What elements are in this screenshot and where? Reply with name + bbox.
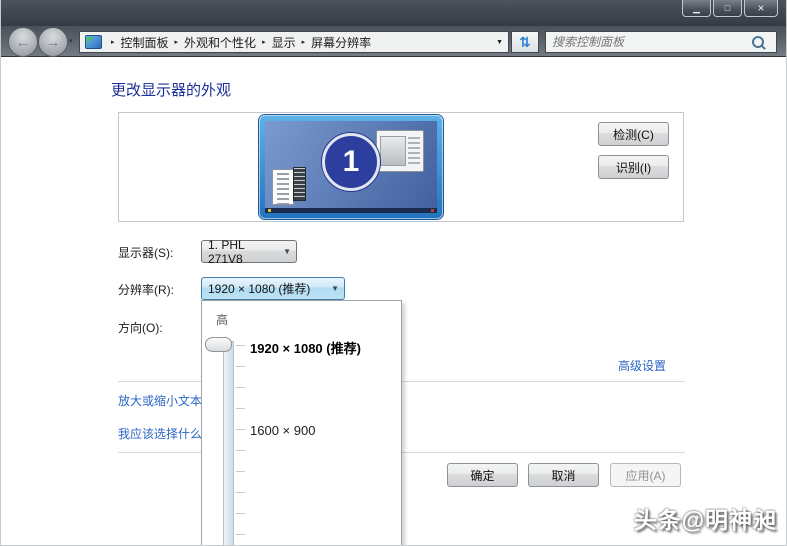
display-label: 显示器(S):	[118, 246, 174, 260]
chevron-down-icon: ▼	[331, 284, 339, 293]
forward-button[interactable]: →	[38, 27, 68, 57]
minimize-icon: ▁	[693, 2, 700, 13]
monitor-screen: 1	[265, 121, 437, 213]
address-dropdown-icon[interactable]: ▼	[490, 39, 503, 46]
refresh-icon: ⇅	[519, 33, 531, 50]
identify-button[interactable]: 识别(I)	[598, 155, 669, 179]
monitor-number-badge: 1	[322, 133, 380, 192]
resize-text-link[interactable]: 放大或缩小文本	[118, 392, 202, 409]
monitor-program-list	[272, 169, 294, 205]
breadcrumb-separator-icon: ▸	[111, 39, 115, 46]
display-combobox[interactable]: 1. PHL 271V8 ▼	[201, 237, 297, 266]
resolution-slider-track[interactable]	[223, 341, 234, 545]
breadcrumb-separator-icon: ▸	[301, 39, 306, 46]
display-combobox-value: 1. PHL 271V8	[208, 237, 245, 266]
monitor-preview-box: 1 检测(C) 识别(I)	[118, 112, 684, 222]
apply-button[interactable]: 应用(A)	[610, 463, 681, 487]
search-input[interactable]	[546, 35, 752, 49]
advanced-settings-link[interactable]: 高级设置	[618, 357, 666, 374]
breadcrumb-separator-icon: ▸	[262, 39, 266, 46]
cancel-button[interactable]: 取消	[528, 463, 599, 487]
resolution-option[interactable]: 1600 × 900	[250, 423, 315, 438]
breadcrumb-item-display[interactable]: 显示	[272, 34, 296, 51]
maximize-icon: □	[724, 3, 731, 13]
slider-high-label: 高	[216, 313, 229, 327]
monitor-window-icon	[376, 130, 424, 172]
refresh-button[interactable]: ⇅	[511, 31, 539, 53]
resolution-slider-thumb[interactable]	[205, 337, 232, 352]
breadcrumb-item-control-panel[interactable]: 控制面板	[121, 34, 169, 51]
monitor-taskbar	[265, 208, 437, 213]
what-settings-link[interactable]: 我应该选择什么	[118, 425, 202, 442]
breadcrumb-item-appearance[interactable]: 外观和个性化	[184, 34, 256, 51]
resolution-combobox-value: 1920 × 1080 (推荐)	[208, 282, 311, 296]
search-box	[545, 31, 777, 53]
resolution-option[interactable]: 1920 × 1080 (推荐)	[250, 338, 361, 357]
monitor-program-icon	[272, 167, 306, 205]
ok-button[interactable]: 确定	[447, 463, 518, 487]
resolution-dropdown-panel: 高 1920 × 1080 (推荐) 1600 × 900	[201, 300, 402, 545]
detect-button[interactable]: 检测(C)	[598, 122, 669, 146]
watermark-text: 头条@明神昶	[633, 507, 777, 533]
slider-tick-marks-icon	[236, 345, 245, 545]
monitor-program-grid	[293, 167, 306, 201]
taskbar-clock-dot	[431, 209, 434, 212]
history-dropdown-button[interactable]: ▾	[69, 37, 73, 45]
screen-resolution-icon[interactable]	[85, 35, 102, 49]
forward-arrow-icon: →	[45, 33, 61, 51]
resolution-label: 分辨率(R):	[118, 283, 174, 297]
monitor-illustration[interactable]: 1	[259, 115, 443, 219]
page-title: 更改显示器的外观	[111, 82, 232, 99]
navigation-bar: ← → ▾ ▸ 控制面板 ▸ 外观和个性化 ▸ 显示 ▸ 屏幕分辨率 ▼ ⇅	[1, 26, 786, 57]
close-icon: ×	[757, 1, 765, 15]
breadcrumb-separator-icon: ▸	[174, 39, 179, 46]
chevron-down-icon: ▼	[283, 247, 291, 256]
close-button[interactable]: ×	[744, 0, 778, 17]
monitor-window-lines	[408, 137, 420, 165]
back-button[interactable]: ←	[8, 27, 38, 57]
title-bar: ▁ □ ×	[1, 0, 786, 26]
taskbar-start-dot	[268, 209, 271, 212]
monitor-window-pane	[380, 136, 406, 166]
content-area: 更改显示器的外观 1 检测(C) 识别(I) 显示器(S): 1. PHL 27…	[1, 57, 786, 545]
back-arrow-icon: ←	[15, 33, 31, 51]
breadcrumb-item-screen-resolution[interactable]: 屏幕分辨率	[311, 34, 371, 51]
orientation-label: 方向(O):	[118, 321, 163, 335]
maximize-button[interactable]: □	[713, 0, 742, 17]
breadcrumb: ▸ 控制面板 ▸ 外观和个性化 ▸ 显示 ▸ 屏幕分辨率 ▼	[79, 31, 509, 53]
search-icon	[752, 36, 764, 48]
resolution-combobox[interactable]: 1920 × 1080 (推荐) ▼	[201, 277, 345, 300]
screen-resolution-window: ▁ □ × ← → ▾ ▸ 控制面板 ▸ 外观和个性化 ▸ 显示 ▸ 屏幕分辨率…	[0, 0, 787, 546]
minimize-button[interactable]: ▁	[682, 0, 711, 17]
